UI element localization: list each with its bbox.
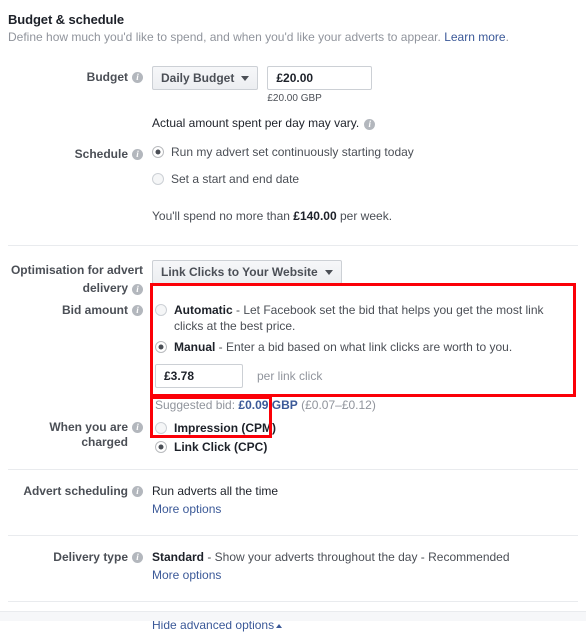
section-description-text: Define how much you'd like to spend, and… [8, 30, 441, 44]
suggested-bid-note: Suggested bid: £0.09 GBP (£0.07–£0.12) [155, 398, 568, 412]
divider [8, 469, 578, 470]
schedule-option-continuous[interactable]: Run my advert set continuously starting … [152, 143, 578, 161]
info-icon[interactable] [132, 421, 143, 433]
charged-option-impression-label: Impression (CPM) [174, 421, 277, 435]
radio-icon[interactable] [155, 441, 167, 453]
section-description: Define how much you'd like to spend, and… [8, 30, 578, 45]
advert-scheduling-more-options-link[interactable]: More options [152, 502, 221, 516]
divider [8, 535, 578, 536]
advert-scheduling-row: Advert scheduling Run adverts all the ti… [0, 483, 586, 516]
bid-amount-row: Bid amount Automatic - Let Facebook set … [0, 301, 586, 412]
budget-body: Daily Budget £20.00 GBP Actual amount sp… [145, 66, 578, 130]
schedule-option-continuous-label: Run my advert set continuously starting … [171, 145, 414, 159]
bid-option-manual-desc: - Enter a bid based on what link clicks … [215, 340, 513, 354]
chevron-down-icon [324, 269, 333, 275]
charged-option-linkclick-label: Link Click (CPC) [174, 440, 268, 454]
advert-scheduling-body: Run adverts all the time More options [145, 483, 578, 516]
budget-currency-note: £20.00 GBP [267, 93, 322, 104]
spend-prefix: You'll spend no more than [152, 209, 294, 223]
optimisation-select[interactable]: Link Clicks to Your Website [152, 260, 342, 284]
radio-icon[interactable] [155, 341, 167, 353]
budget-label-text: Budget [86, 70, 128, 84]
advert-scheduling-label: Advert scheduling [8, 483, 145, 499]
optimisation-label: Optimisation for advert delivery [8, 260, 145, 295]
when-charged-row: When you are charged Impression (CPM) Li… [0, 419, 586, 456]
bid-amount-label-text: Bid amount [62, 303, 128, 317]
advert-scheduling-label-text: Advert scheduling [23, 484, 128, 498]
when-charged-label: When you are charged [8, 419, 145, 450]
when-charged-body: Impression (CPM) Link Click (CPC) [145, 419, 578, 456]
radio-icon[interactable] [152, 173, 164, 185]
bid-amount-input[interactable] [155, 364, 243, 388]
optimisation-label-line1: Optimisation for advert [10, 263, 143, 277]
bid-option-automatic-title: Automatic [174, 303, 233, 317]
description-period: . [505, 30, 509, 44]
suggested-bid-prefix: Suggested bid: [155, 398, 239, 412]
bid-unit-label: per link click [257, 369, 323, 383]
schedule-row: Schedule Run my advert set continuously … [0, 143, 586, 223]
bid-option-manual-title: Manual [174, 340, 216, 354]
info-icon[interactable] [132, 485, 143, 497]
schedule-option-dates[interactable]: Set a start and end date [152, 170, 578, 188]
chevron-up-icon [276, 624, 283, 628]
optimisation-label-line2: delivery [82, 281, 128, 295]
spend-cap-note: You'll spend no more than £140.00 per we… [152, 209, 578, 223]
delivery-type-value-rest: - Show your adverts throughout the day -… [204, 550, 510, 564]
learn-more-link[interactable]: Learn more [444, 30, 505, 44]
radio-icon[interactable] [155, 304, 167, 316]
schedule-option-dates-label: Set a start and end date [171, 172, 300, 186]
delivery-type-value-bold: Standard [152, 550, 205, 564]
delivery-type-label-text: Delivery type [53, 550, 128, 564]
delivery-type-label: Delivery type [8, 549, 145, 565]
schedule-label: Schedule [8, 143, 145, 162]
bid-amount-body: Automatic - Let Facebook set the bid tha… [145, 301, 578, 412]
spend-suffix: per week. [336, 209, 393, 223]
suggested-bid-link[interactable]: £0.09 GBP [238, 398, 297, 412]
bid-option-manual[interactable]: Manual - Enter a bid based on what link … [155, 338, 568, 356]
budget-type-select[interactable]: Daily Budget [152, 66, 259, 90]
charged-option-linkclick[interactable]: Link Click (CPC) [155, 438, 578, 456]
delivery-type-body: Standard - Show your adverts throughout … [145, 549, 578, 582]
page-title: Budget & schedule [8, 12, 125, 27]
advert-scheduling-value: Run adverts all the time [152, 484, 279, 498]
bid-option-automatic-label: Automatic - Let Facebook set the bid tha… [174, 302, 568, 334]
radio-icon[interactable] [152, 146, 164, 158]
budget-label: Budget [8, 66, 145, 85]
suggested-bid-range: (£0.07–£0.12) [297, 398, 376, 412]
bid-option-manual-label: Manual - Enter a bid based on what link … [174, 339, 512, 355]
budget-schedule-panel: Budget & schedule Define how much you'd … [0, 0, 586, 632]
budget-vary-note: Actual amount spent per day may vary. [152, 116, 578, 130]
divider [8, 245, 578, 246]
info-icon[interactable] [132, 304, 143, 316]
optimisation-body: Link Clicks to Your Website [145, 260, 578, 284]
budget-amount-input[interactable] [267, 66, 373, 90]
delivery-type-row: Delivery type Standard - Show your adver… [0, 549, 586, 582]
delivery-type-value: Standard - Show your adverts throughout … [152, 549, 578, 565]
optimisation-row: Optimisation for advert delivery Link Cl… [0, 260, 586, 295]
schedule-body: Run my advert set continuously starting … [145, 143, 578, 223]
budget-type-value: Daily Budget [161, 71, 235, 85]
divider [8, 601, 578, 602]
budget-row: Budget Daily Budget £20.00 GBP Actual am… [0, 66, 586, 130]
bid-amount-label: Bid amount [8, 301, 145, 318]
bid-option-automatic[interactable]: Automatic - Let Facebook set the bid tha… [155, 301, 568, 335]
budget-vary-note-text: Actual amount spent per day may vary. [152, 116, 360, 130]
section-header: Budget & schedule Define how much you'd … [0, 0, 586, 45]
info-icon[interactable] [132, 148, 143, 160]
spend-amount: £140.00 [293, 209, 337, 223]
radio-icon[interactable] [155, 422, 167, 434]
when-charged-label-text: When you are charged [49, 420, 128, 449]
info-icon[interactable] [132, 71, 143, 83]
optimisation-value: Link Clicks to Your Website [161, 265, 318, 279]
info-icon[interactable] [132, 283, 143, 295]
delivery-type-more-options-link[interactable]: More options [152, 568, 221, 582]
footer-strip [0, 611, 586, 621]
info-icon[interactable] [364, 118, 376, 130]
schedule-label-text: Schedule [74, 147, 128, 161]
charged-option-impression[interactable]: Impression (CPM) [155, 419, 578, 437]
info-icon[interactable] [132, 551, 143, 563]
chevron-down-icon [241, 75, 250, 81]
